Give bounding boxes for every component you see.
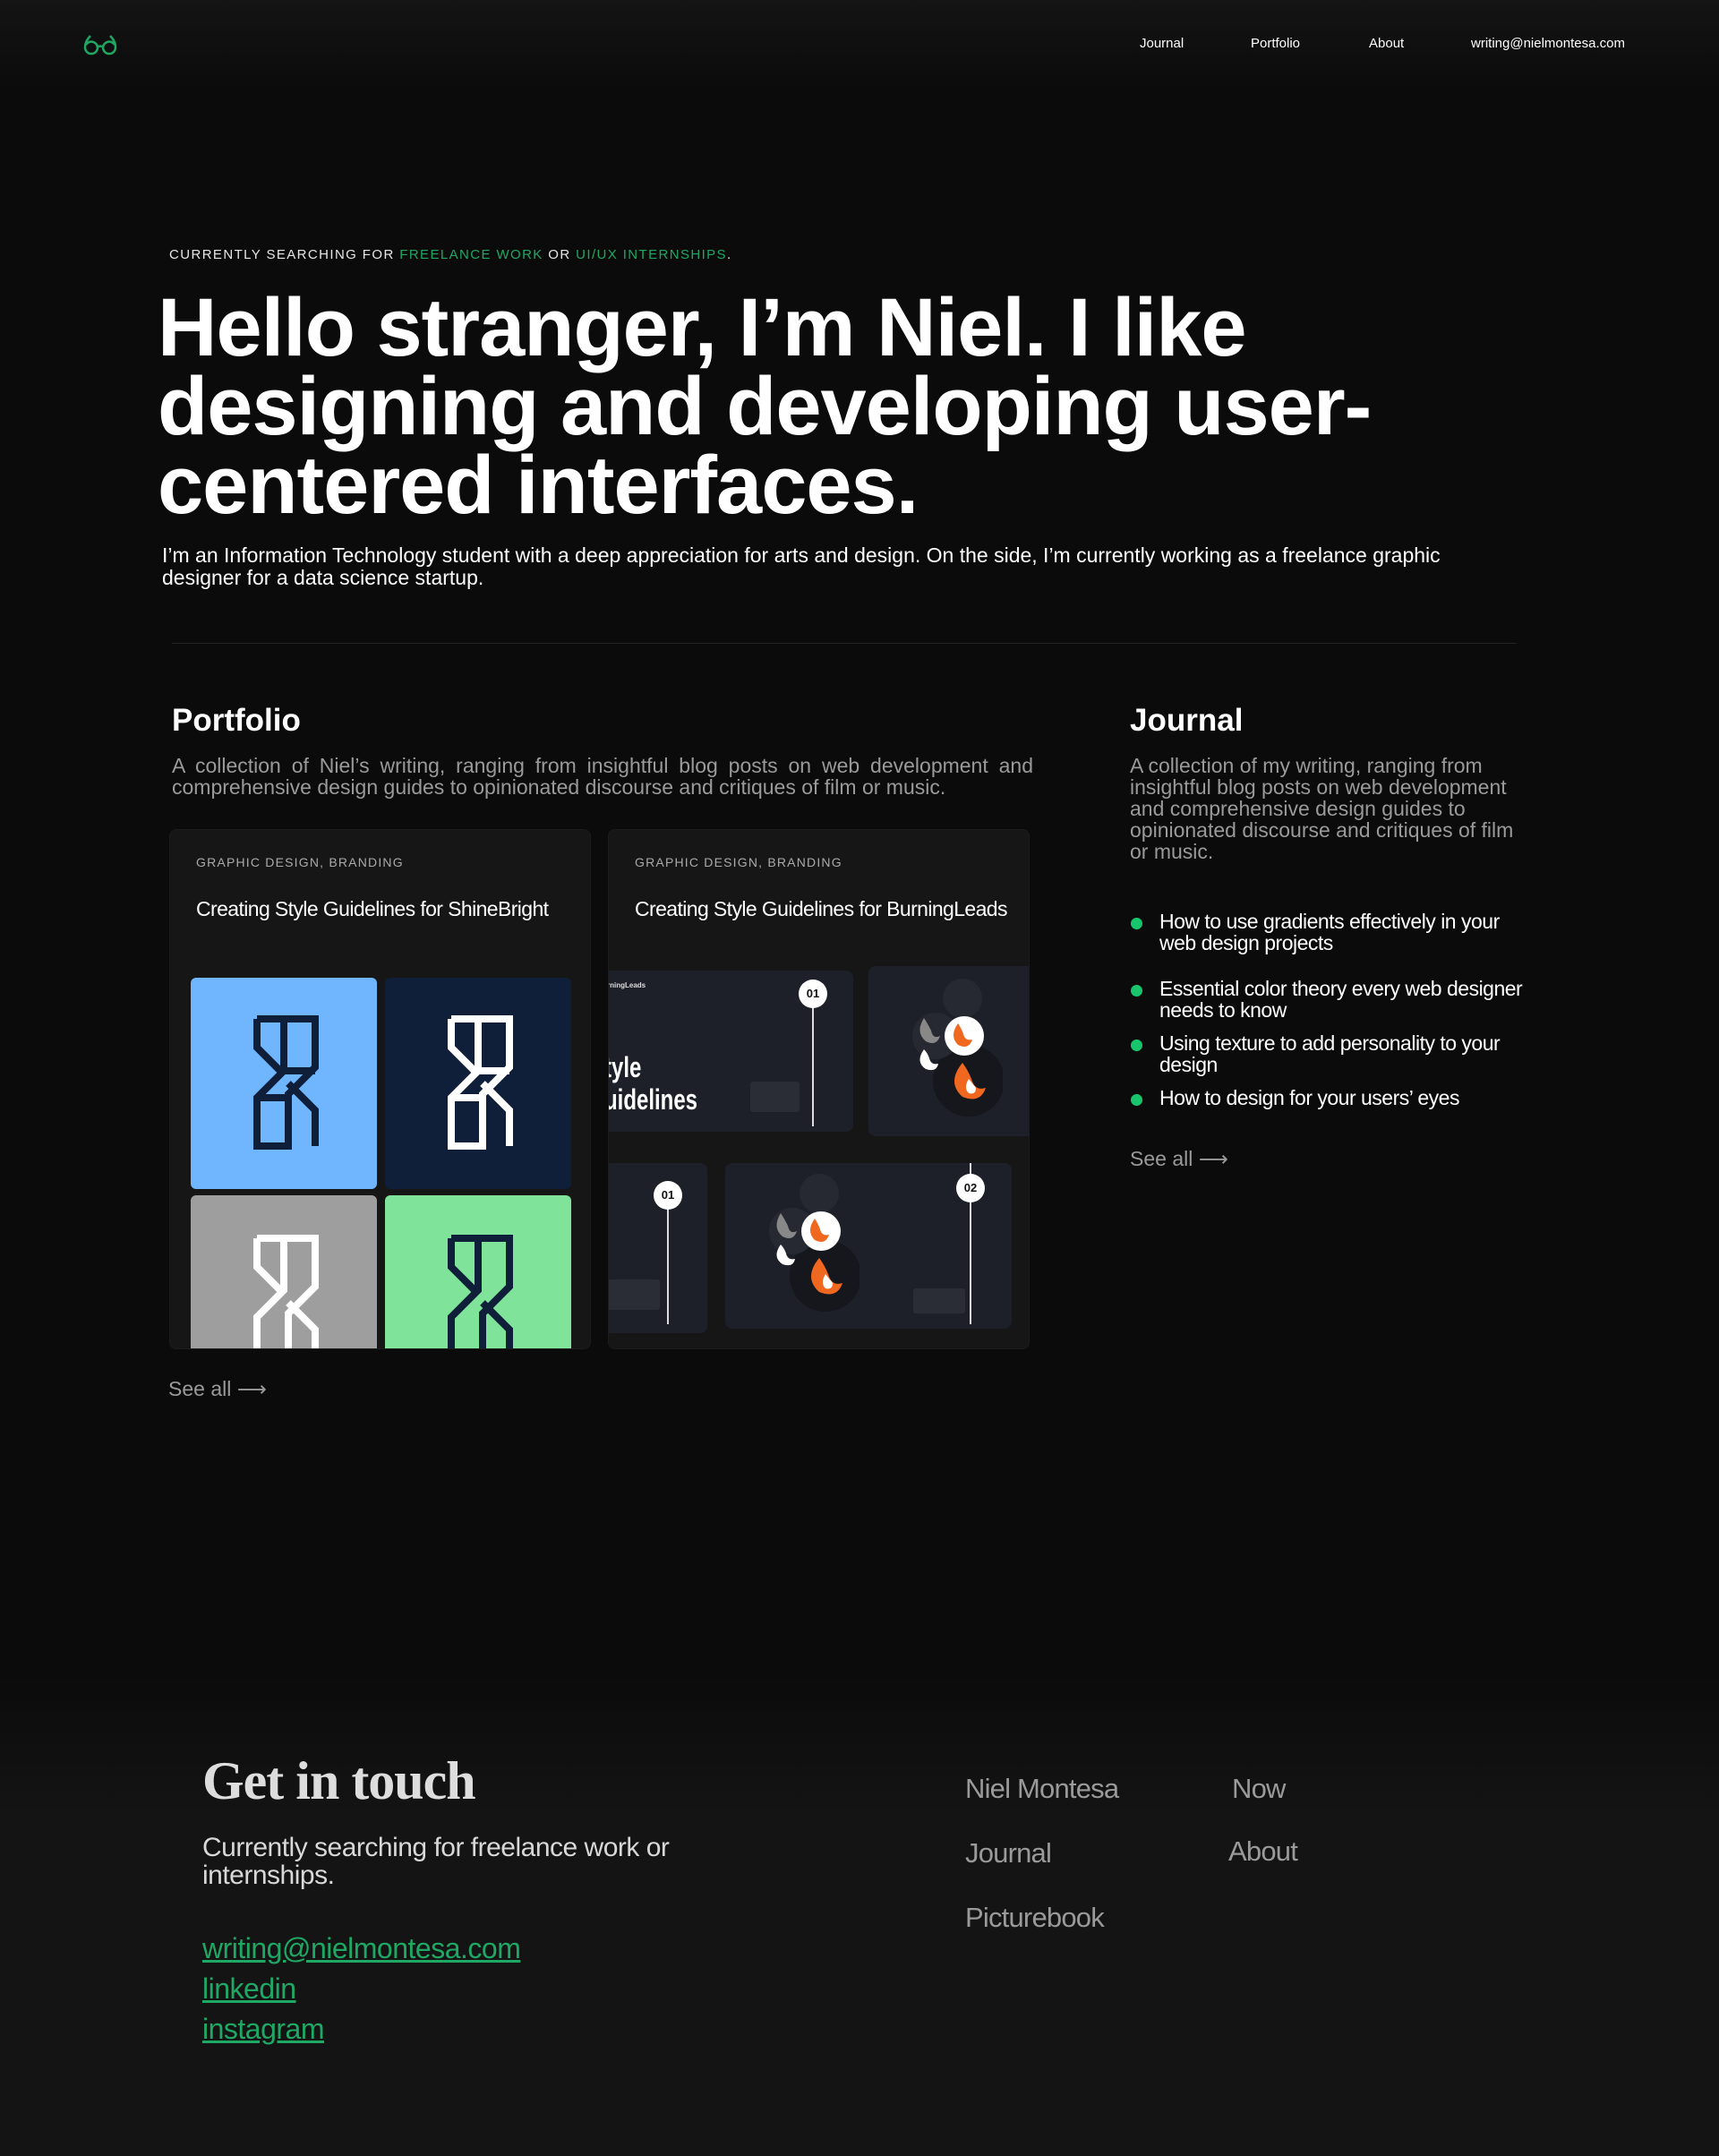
card-category-tag: GRAPHIC DESIGN, BRANDING bbox=[635, 855, 842, 869]
slide-caption-block bbox=[913, 1288, 965, 1313]
nav-journal-link[interactable]: Journal bbox=[1140, 36, 1184, 51]
slide-caption-block bbox=[750, 1082, 800, 1112]
eyebrow-internships-highlight: UI/UX INTERNSHIPS bbox=[576, 247, 727, 262]
see-all-label: See all bbox=[168, 1377, 232, 1400]
flame-logo-icon bbox=[912, 979, 1003, 1116]
bullet-dot-icon bbox=[1131, 918, 1142, 929]
journal-item-title: Essential color theory every web designe… bbox=[1159, 977, 1523, 1022]
footer-email-link[interactable]: writing@nielmontesa.com bbox=[202, 1932, 521, 1965]
shinebright-logo-icon bbox=[448, 1235, 513, 1348]
step-01-badge: 01 bbox=[654, 1181, 682, 1210]
logo-tile-gray bbox=[191, 1195, 377, 1348]
logo-tile-green bbox=[385, 1195, 571, 1348]
style-guide-slide-step-two: 02 bbox=[725, 1163, 1012, 1329]
footer-linkedin-link[interactable]: linkedin bbox=[202, 1972, 296, 2006]
nav-portfolio-link[interactable]: Portfolio bbox=[1251, 36, 1300, 51]
slide-timeline-line bbox=[812, 992, 814, 1126]
shinebright-logo-icon bbox=[253, 1015, 319, 1150]
footer-nav-picturebook[interactable]: Picturebook bbox=[965, 1902, 1105, 1934]
journal-item-title: How to design for your users’ eyes bbox=[1159, 1086, 1459, 1109]
flame-logo-icon bbox=[769, 1174, 860, 1312]
footer bbox=[0, 1674, 1719, 2156]
portfolio-see-all-link[interactable]: See all ⟶ bbox=[168, 1377, 267, 1401]
bullet-dot-icon bbox=[1131, 1094, 1142, 1106]
style-guide-slide-logos bbox=[868, 966, 1029, 1136]
slide-caption-block bbox=[609, 1279, 660, 1310]
hero-intro: I’m an Information Technology student wi… bbox=[162, 543, 1441, 589]
section-divider bbox=[172, 643, 1517, 644]
journal-heading: Journal bbox=[1130, 703, 1244, 738]
card-title: Creating Style Guidelines for BurningLea… bbox=[635, 897, 1007, 920]
see-all-label: See all bbox=[1130, 1147, 1193, 1170]
footer-nav-now[interactable]: Now bbox=[1232, 1773, 1286, 1805]
footer-instagram-link[interactable]: instagram bbox=[202, 2013, 325, 2046]
eyebrow-or: OR bbox=[543, 247, 577, 262]
slide-heading-line1: tyle bbox=[608, 1051, 642, 1083]
hero-heading: Hello stranger, I’m Niel. I like designi… bbox=[158, 282, 1372, 531]
card-title: Creating Style Guidelines for ShineBrigh… bbox=[196, 897, 549, 920]
eyebrow-period: . bbox=[726, 247, 732, 262]
get-in-touch-subtitle: Currently searching for freelance work o… bbox=[202, 1833, 670, 1890]
slide-heading-line2: uidelines bbox=[608, 1083, 698, 1116]
portfolio-heading: Portfolio bbox=[172, 703, 301, 738]
portfolio-card-shinebright[interactable]: GRAPHIC DESIGN, BRANDING Creating Style … bbox=[169, 829, 591, 1349]
top-navigation-bar: Journal Portfolio About writing@nielmont… bbox=[0, 0, 1719, 90]
logo-tile-navy bbox=[385, 978, 571, 1189]
eyebrow-freelance-highlight: FREELANCE WORK bbox=[399, 247, 543, 262]
step-01-badge: 01 bbox=[799, 980, 827, 1008]
get-in-touch-heading: Get in touch bbox=[202, 1751, 476, 1810]
journal-see-all-link[interactable]: See all ⟶ bbox=[1130, 1147, 1228, 1171]
nav-email-link[interactable]: writing@nielmontesa.com bbox=[1471, 36, 1625, 51]
portfolio-card-burningleads[interactable]: GRAPHIC DESIGN, BRANDING Creating Style … bbox=[608, 829, 1030, 1349]
glasses-logo-icon[interactable] bbox=[82, 32, 118, 57]
availability-eyebrow: CURRENTLY SEARCHING FOR FREELANCE WORK O… bbox=[169, 247, 732, 262]
nav-about-link[interactable]: About bbox=[1369, 36, 1404, 51]
bullet-dot-icon bbox=[1131, 985, 1142, 997]
arrow-right-icon: ⟶ bbox=[1198, 1147, 1228, 1170]
card-category-tag: GRAPHIC DESIGN, BRANDING bbox=[196, 855, 404, 869]
journal-description: A collection of my writing, ranging from… bbox=[1130, 754, 1514, 863]
footer-nav-about[interactable]: About bbox=[1228, 1835, 1298, 1868]
style-guide-slide-step: 01 bbox=[609, 1163, 707, 1333]
logo-tile-blue bbox=[191, 978, 377, 1189]
shinebright-logo-icon bbox=[448, 1015, 513, 1150]
eyebrow-prefix: CURRENTLY SEARCHING FOR bbox=[169, 247, 400, 262]
bullet-dot-icon bbox=[1131, 1040, 1142, 1051]
journal-item-title: Using texture to add personality to your… bbox=[1159, 1031, 1501, 1076]
arrow-right-icon: ⟶ bbox=[236, 1377, 267, 1400]
style-guide-slide-cover: rningLeads tyle uidelines 01 bbox=[608, 971, 853, 1132]
step-02-badge: 02 bbox=[956, 1174, 985, 1202]
portfolio-description: A collection of Niel’s writing, ranging … bbox=[172, 754, 1033, 799]
slide-brand-text: rningLeads bbox=[608, 981, 646, 989]
footer-nav-journal[interactable]: Journal bbox=[965, 1837, 1052, 1869]
journal-item-title: How to use gradients effectively in your… bbox=[1159, 910, 1500, 954]
footer-nav-niel-montesa[interactable]: Niel Montesa bbox=[965, 1773, 1119, 1805]
shinebright-logo-icon bbox=[253, 1235, 319, 1348]
